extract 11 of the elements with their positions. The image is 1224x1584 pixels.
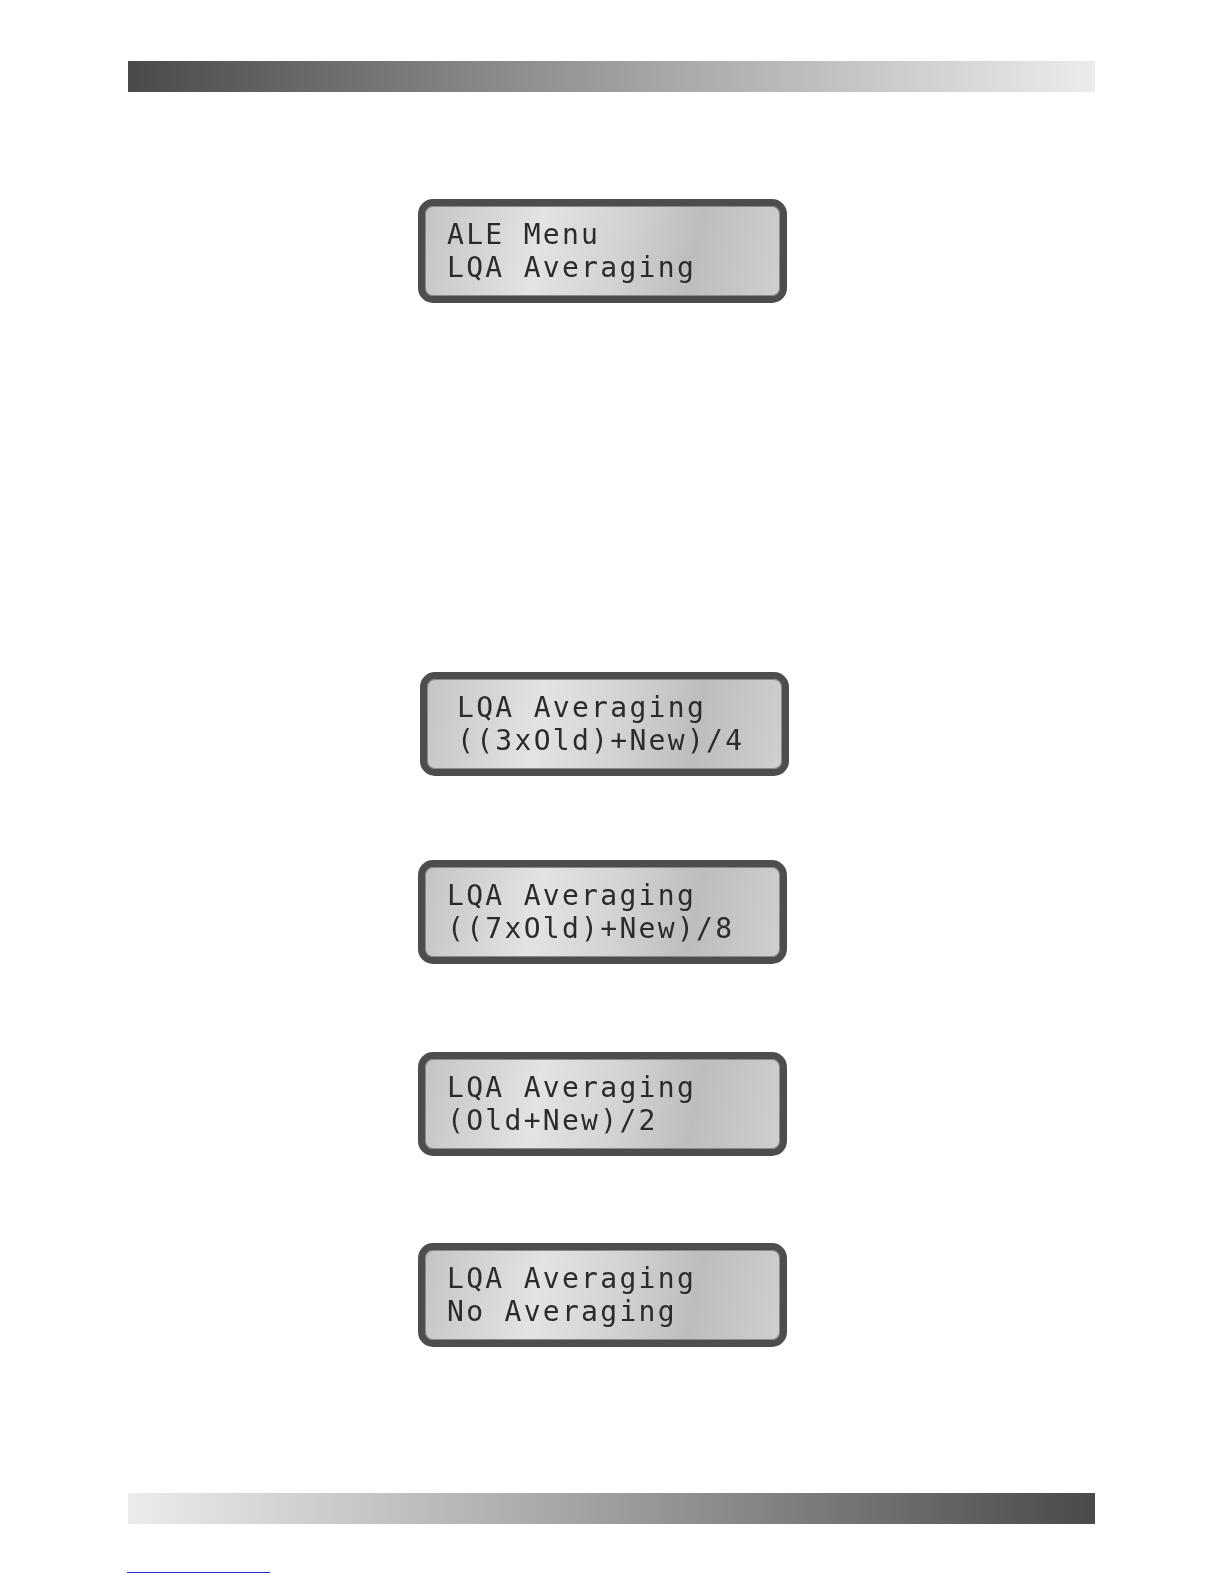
lcd-text-line: LQA Averaging: [447, 251, 697, 284]
lcd-text-line: ((7xOld)+New)/8: [447, 912, 735, 945]
lcd-text-line: (Old+New)/2: [447, 1104, 658, 1137]
lcd-text-line: No Averaging: [447, 1295, 677, 1328]
lcd-text-line: ALE Menu: [447, 218, 601, 251]
lcd-text-line: LQA Averaging: [447, 879, 697, 912]
hyperlink-underline[interactable]: [127, 1572, 270, 1573]
lcd-text-line: ((3xOld)+New)/4: [457, 724, 745, 757]
lcd-text-line: LQA Averaging: [447, 1071, 697, 1104]
lcd-text-line: LQA Averaging: [447, 1262, 697, 1295]
lcd-text-line: LQA Averaging: [457, 691, 707, 724]
